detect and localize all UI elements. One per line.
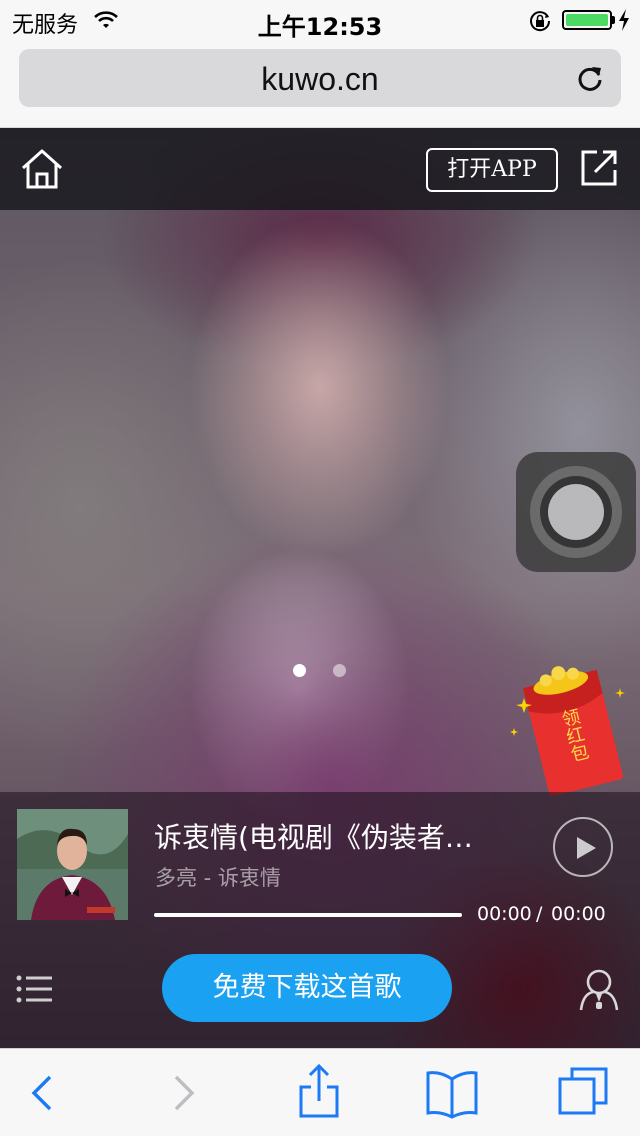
reload-icon[interactable] (575, 63, 605, 97)
address-bar-area: kuwo.cn (0, 40, 640, 128)
battery-icon (562, 10, 612, 30)
carousel-dot[interactable] (333, 664, 346, 677)
time-separator: / (536, 903, 543, 925)
play-icon (577, 837, 596, 859)
open-app-button[interactable]: 打开APP (426, 148, 558, 192)
home-icon[interactable] (20, 148, 64, 194)
status-bar: 无服务 上午12:53 (0, 0, 640, 41)
music-player: 诉衷情(电视剧《伪装者… 多亮 - 诉衷情 00:00 / 00:00 免费下载… (0, 792, 640, 1048)
playlist-icon[interactable] (16, 975, 54, 1007)
play-button[interactable] (553, 817, 613, 877)
bookmarks-icon[interactable] (422, 1049, 482, 1136)
address-field[interactable]: kuwo.cn (19, 49, 621, 107)
assistive-touch-button[interactable] (516, 452, 636, 572)
carousel-dot-active[interactable] (293, 664, 306, 677)
site-header: 打开APP (0, 128, 640, 210)
progress-bar[interactable] (154, 913, 462, 917)
battery-nub (612, 16, 615, 24)
total-time: 00:00 (551, 903, 606, 925)
share-out-icon[interactable] (579, 148, 619, 192)
tabs-icon[interactable] (556, 1049, 612, 1136)
forward-icon[interactable] (160, 1049, 210, 1136)
current-time: 00:00 (477, 903, 532, 925)
charging-icon (618, 9, 630, 35)
song-title: 诉衷情(电视剧《伪装者… (154, 821, 473, 854)
browser-toolbar (0, 1048, 640, 1136)
url-text[interactable]: kuwo.cn (19, 61, 621, 98)
album-cover[interactable] (17, 809, 128, 920)
singer-icon[interactable] (579, 968, 619, 1016)
back-icon[interactable] (20, 1049, 70, 1136)
web-content: 打开APP 领红包 诉衷情(电视剧《伪装者… 多亮 - 诉衷情 00:00 / … (0, 128, 640, 1048)
share-icon[interactable] (292, 1049, 346, 1136)
orientation-lock-icon (528, 9, 552, 37)
free-download-button[interactable]: 免费下载这首歌 (162, 954, 452, 1022)
red-packet-button[interactable]: 领红包 (510, 658, 630, 798)
song-artist: 多亮 - 诉衷情 (155, 866, 281, 890)
